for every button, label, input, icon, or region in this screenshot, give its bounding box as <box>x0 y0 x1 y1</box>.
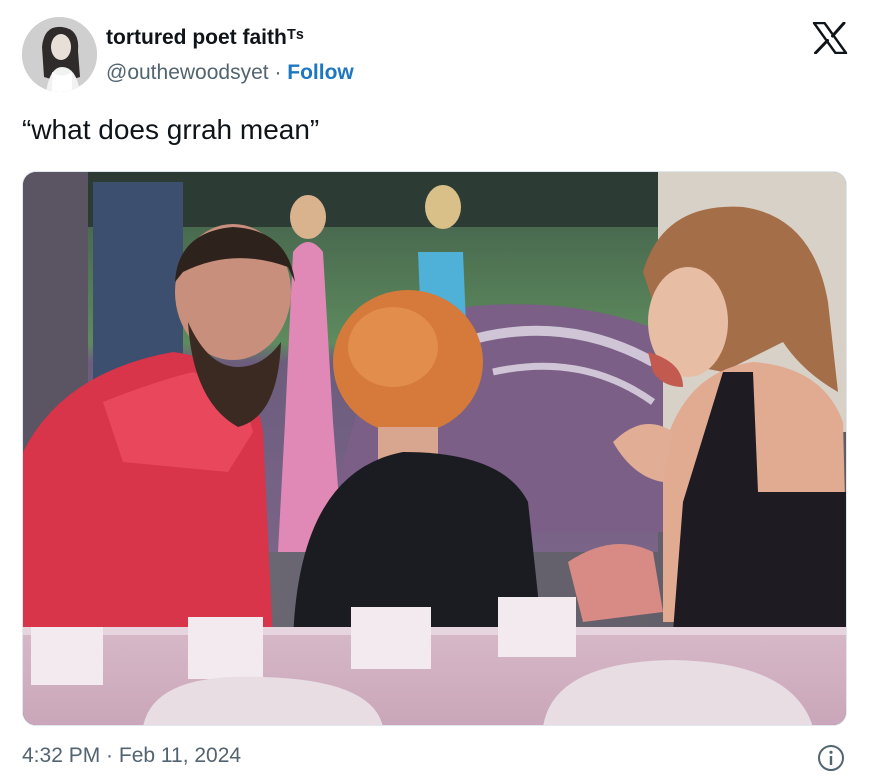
separator-dot: · <box>274 61 282 84</box>
tweet-text: “what does grrah mean” <box>22 114 320 145</box>
handle-row: @outhewoodsyet · Follow <box>106 61 354 85</box>
avatar[interactable] <box>22 17 97 92</box>
avatar-photo <box>22 17 97 92</box>
follow-button[interactable]: Follow <box>287 61 354 84</box>
user-handle[interactable]: @outhewoodsyet <box>106 61 269 84</box>
tweet-timestamp[interactable]: 4:32 PM · Feb 11, 2024 <box>22 744 241 768</box>
tweet-photo[interactable] <box>22 171 847 726</box>
info-icon[interactable] <box>817 744 845 772</box>
x-logo-icon[interactable] <box>812 22 848 54</box>
photo-attachment <box>23 172 846 725</box>
display-name[interactable]: tortured poet faithᵀˢ <box>106 26 304 50</box>
